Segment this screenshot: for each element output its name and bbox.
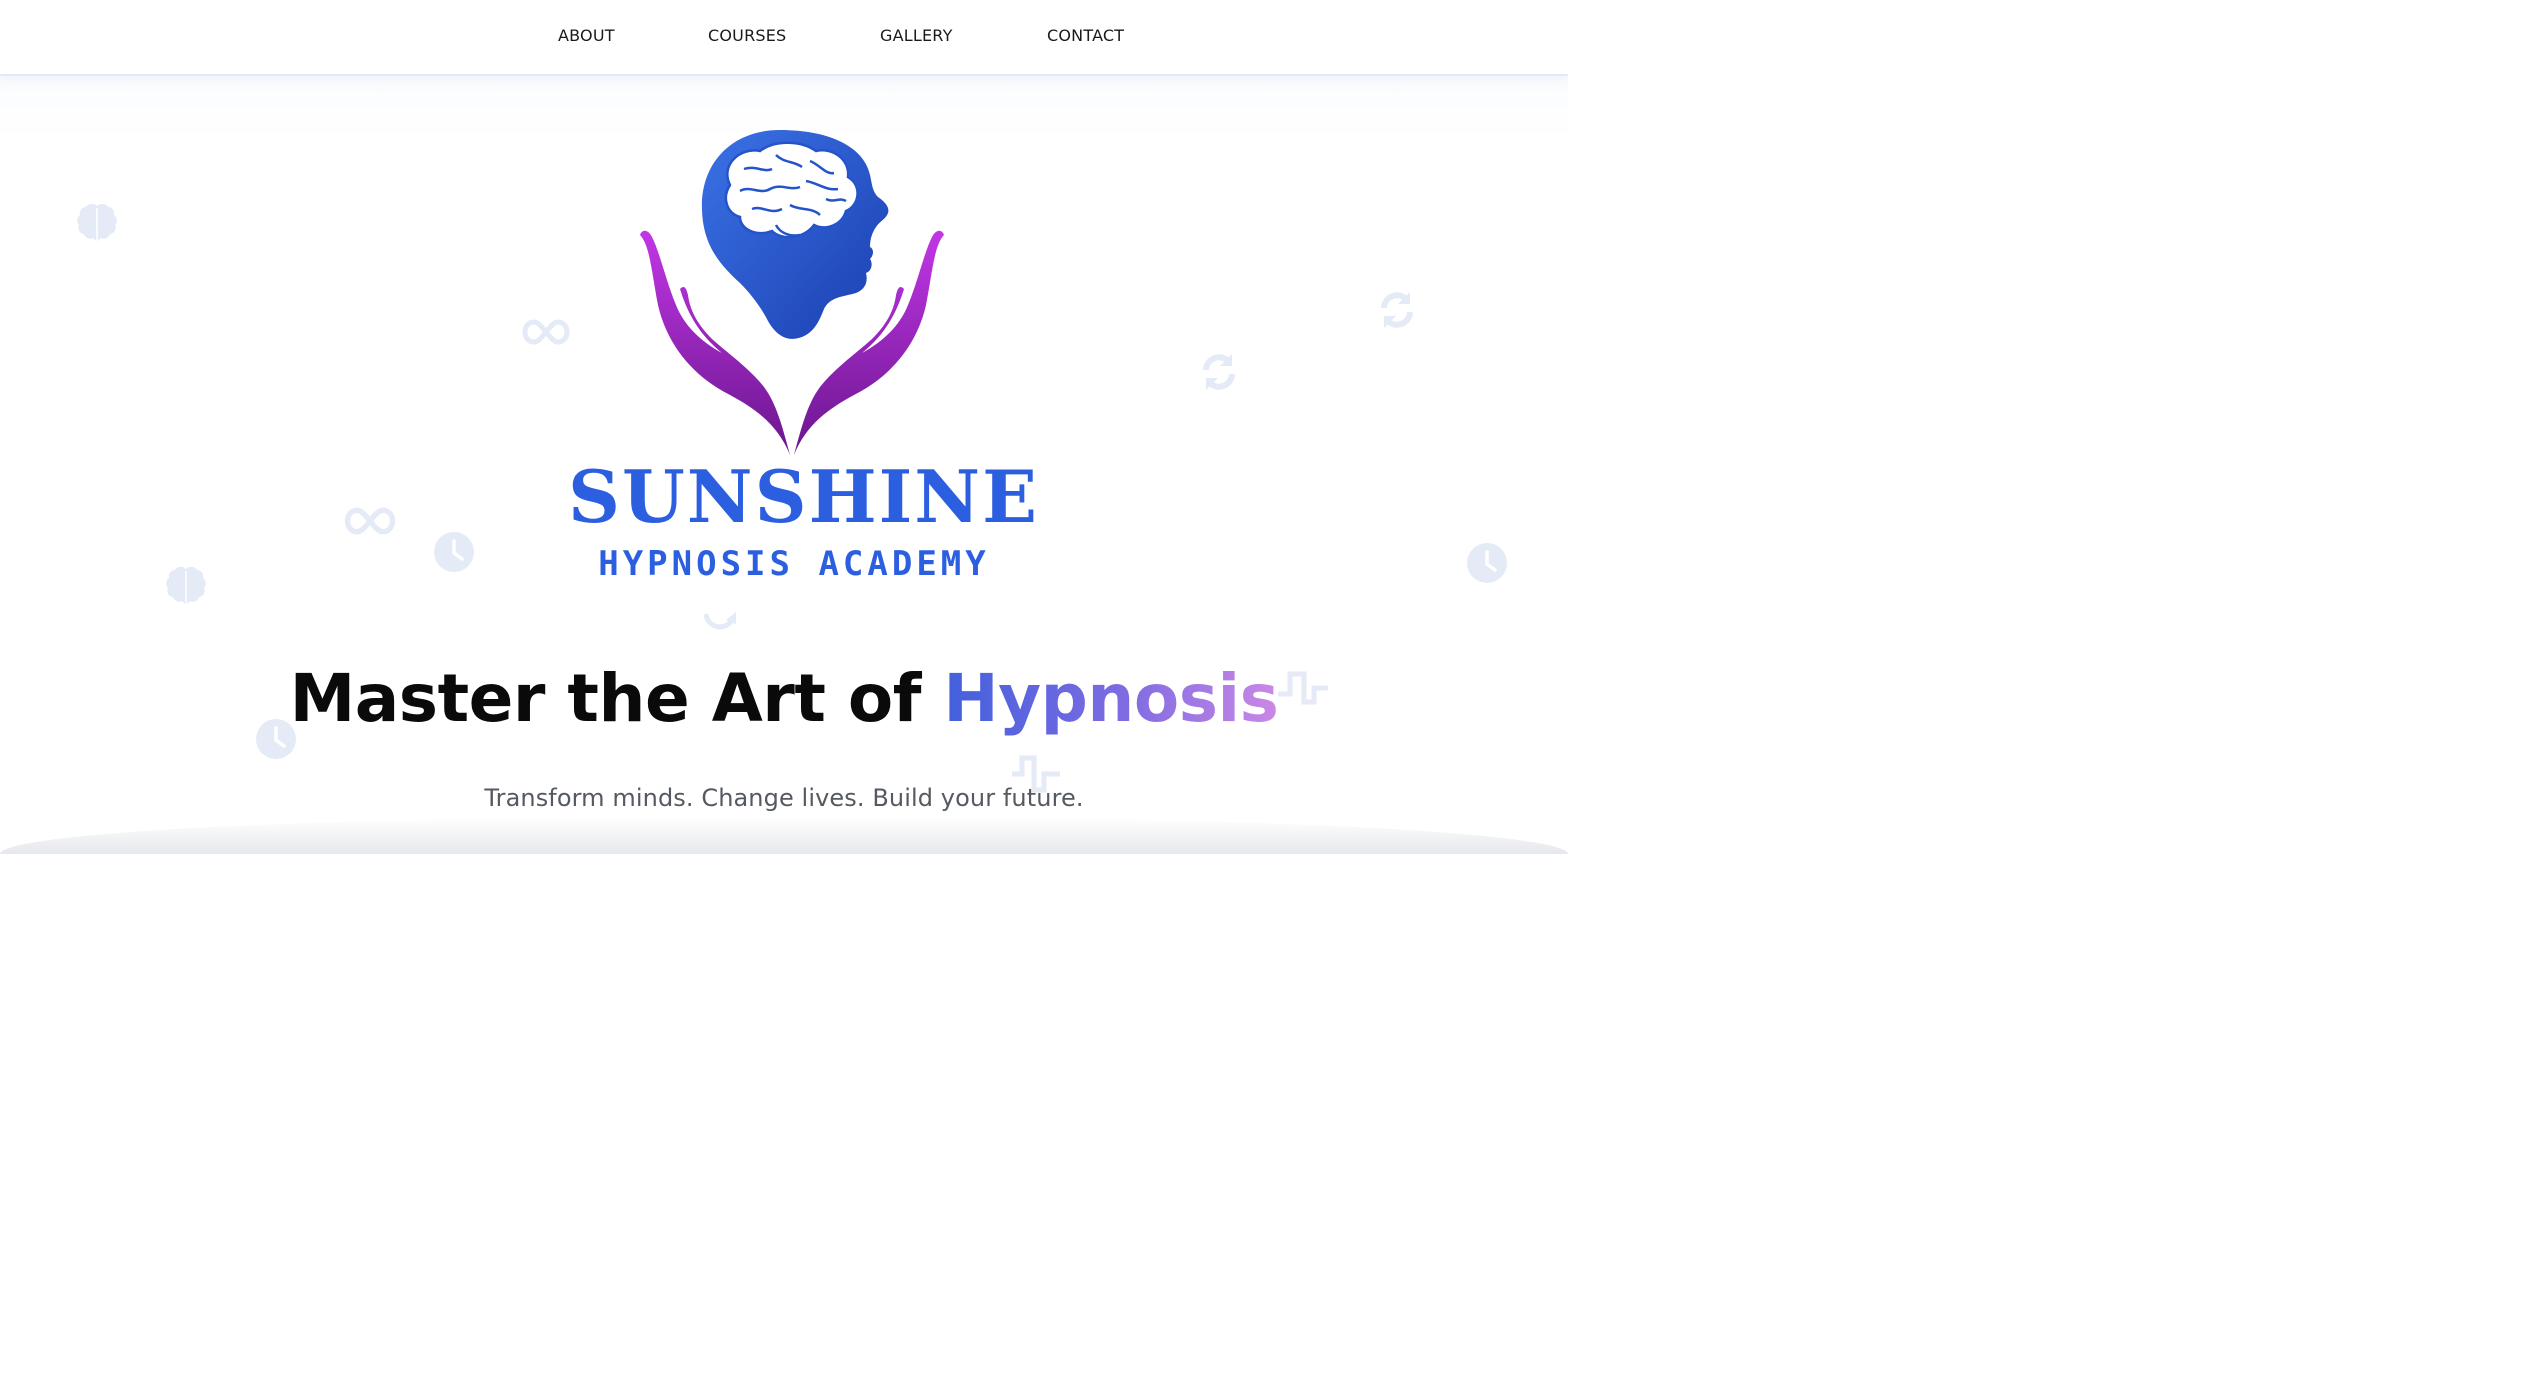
logo-brand-subtitle: HYPNOSIS ACADEMY <box>598 544 990 584</box>
hero-title-prefix: Master the Art of <box>289 660 944 737</box>
brain-icon <box>76 202 118 246</box>
sync-icon <box>702 610 740 632</box>
logo-wordmark: SUNSHINE HYPNOSIS ACADEMY <box>568 452 1039 584</box>
nav-contact[interactable]: CONTACT <box>1047 26 1124 45</box>
hero-title-accent: Hypnosis <box>943 660 1279 737</box>
clock-icon <box>1466 542 1508 584</box>
nav-courses[interactable]: COURSES <box>708 26 786 45</box>
nav-about[interactable]: ABOUT <box>558 26 615 45</box>
logo-brand-name: SUNSHINE <box>568 454 1039 539</box>
clock-icon <box>433 531 475 573</box>
hero-title: Master the Art of Hypnosis <box>0 660 1568 737</box>
infinity-icon <box>522 318 570 346</box>
sync-icon <box>1198 352 1240 392</box>
bottom-section-edge <box>0 818 1568 854</box>
nav-gallery[interactable]: GALLERY <box>880 26 953 45</box>
top-nav: ABOUT COURSES GALLERY CONTACT <box>0 0 1568 76</box>
brain-icon <box>165 565 207 609</box>
page: ABOUT COURSES GALLERY CONTACT SUNSHINE H… <box>0 0 1568 854</box>
infinity-icon <box>344 506 396 536</box>
hero-subtitle: Transform minds. Change lives. Build you… <box>484 784 1084 812</box>
sync-icon <box>1376 290 1418 330</box>
